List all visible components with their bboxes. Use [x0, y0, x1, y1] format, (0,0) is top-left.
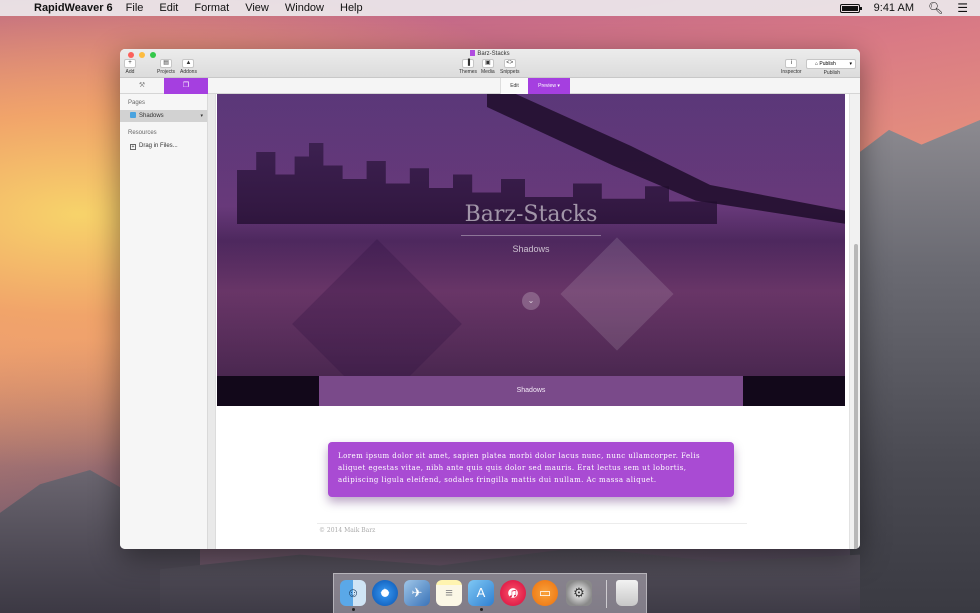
chevron-down-icon[interactable]: ▾ — [200, 110, 203, 122]
app-name-menu[interactable]: RapidWeaver 6 — [34, 2, 113, 14]
safari-icon[interactable]: ✧ — [372, 580, 398, 606]
inspector-button[interactable]: i Inspector — [781, 59, 802, 75]
scroll-down-icon[interactable]: ⌄ — [522, 292, 540, 310]
footer-divider — [317, 523, 747, 524]
notes-icon[interactable]: ≡ — [436, 580, 462, 606]
window-title: Barz-Stacks — [120, 50, 860, 57]
mode-bar: ⚒ ❐ Edit Preview ▾ — [120, 78, 860, 94]
nav-item-shadows[interactable]: Shadows — [319, 376, 743, 406]
clock[interactable]: 9:41 AM — [874, 2, 914, 14]
notification-center-icon[interactable]: ☰ — [957, 1, 968, 15]
projects-icon: ▤ — [160, 59, 173, 68]
themes-icon: ▐ — [462, 59, 475, 68]
themes-button[interactable]: ▐ Themes — [459, 59, 477, 75]
rapidweaver-window: Barz-Stacks + Add ▤ Projects ▲ Addons ▐ … — [120, 49, 860, 549]
media-button[interactable]: ▣ Media — [481, 59, 495, 75]
dock-separator — [606, 580, 607, 608]
add-button[interactable]: + Add — [124, 59, 136, 75]
home-icon: ⌂ — [815, 61, 819, 67]
chevron-down-icon: ▾ — [849, 61, 852, 67]
pages-icon: ❐ — [182, 82, 190, 89]
menu-format[interactable]: Format — [194, 2, 229, 14]
preview-scrollbar[interactable] — [849, 94, 860, 549]
plus-icon: + — [124, 59, 136, 68]
resources-header: Resources — [128, 130, 157, 136]
itunes-icon[interactable]: ♫ — [500, 580, 526, 606]
lorem-text-box: Lorem ipsum dolor sit amet, sapien plate… — [328, 442, 734, 497]
media-icon: ▣ — [481, 59, 494, 68]
system-preferences-icon[interactable]: ⚙ — [566, 580, 592, 606]
menu-help[interactable]: Help — [340, 2, 363, 14]
snippets-button[interactable]: <> Snippets — [500, 59, 519, 75]
document-icon — [470, 50, 476, 56]
sidebar-divider[interactable] — [208, 94, 216, 549]
footer-copyright: © 2014 Maik Barz — [319, 527, 376, 534]
dock: ☺ ✧ ✈ ≡ A ♫ ▭ ⚙ — [333, 573, 647, 613]
scrollbar-thumb[interactable] — [854, 244, 858, 549]
hero-facet-decoration — [292, 239, 462, 376]
menu-view[interactable]: View — [245, 2, 269, 14]
wrench-icon: ⚒ — [138, 82, 146, 89]
spotlight-search-icon[interactable]: 🔍︎ — [928, 1, 943, 15]
running-indicator — [480, 608, 483, 611]
hero-facet-decoration — [560, 237, 674, 351]
home-page-icon — [130, 112, 136, 118]
publish-label: Publish — [823, 70, 840, 76]
ibooks-icon[interactable]: ▭ — [532, 580, 558, 606]
trash-icon[interactable] — [616, 580, 638, 606]
chevron-down-icon: ▾ — [557, 83, 560, 89]
app-store-icon[interactable]: A — [468, 580, 494, 606]
finder-icon[interactable]: ☺ — [340, 580, 366, 606]
plus-icon: + — [130, 144, 136, 150]
sidebar-tab-pages[interactable]: ❐ — [164, 78, 208, 94]
mail-icon[interactable]: ✈ — [404, 580, 430, 606]
sidebar: Pages Shadows ▾ Resources + Drag in Files… — [120, 94, 208, 549]
sidebar-tab-tools[interactable]: ⚒ — [120, 78, 164, 94]
addons-icon: ▲ — [182, 59, 195, 68]
sidebar-page-shadows[interactable]: Shadows ▾ — [120, 110, 207, 122]
info-icon: i — [785, 59, 798, 68]
menubar: RapidWeaver 6 File Edit Format View Wind… — [0, 0, 980, 16]
hero-divider — [461, 235, 601, 236]
addons-button[interactable]: ▲ Addons — [180, 59, 197, 75]
drag-in-files-item[interactable]: + Drag in Files... — [120, 140, 207, 152]
hero-banner: Barz-Stacks Shadows ⌄ — [217, 94, 845, 376]
menu-file[interactable]: File — [126, 2, 144, 14]
preview-mode-button[interactable]: Preview ▾ — [528, 78, 570, 94]
window-titlebar: Barz-Stacks + Add ▤ Projects ▲ Addons ▐ … — [120, 49, 860, 78]
menu-edit[interactable]: Edit — [159, 2, 178, 14]
publish-dropdown-button[interactable]: ⌂ Publish ▾ — [806, 59, 856, 69]
code-brackets-icon: <> — [503, 59, 516, 68]
menu-window[interactable]: Window — [285, 2, 324, 14]
hero-title: Barz-Stacks — [464, 202, 598, 227]
projects-button[interactable]: ▤ Projects — [157, 59, 175, 75]
hero-subtitle: Shadows — [512, 244, 550, 254]
running-indicator — [352, 608, 355, 611]
pages-header: Pages — [128, 100, 146, 106]
preview-pane: Barz-Stacks Shadows ⌄ Shadows Lorem ipsu… — [217, 94, 849, 549]
battery-icon[interactable] — [839, 3, 862, 13]
wallpaper-mountain-right — [850, 120, 980, 613]
edit-mode-button[interactable]: Edit — [500, 78, 528, 94]
